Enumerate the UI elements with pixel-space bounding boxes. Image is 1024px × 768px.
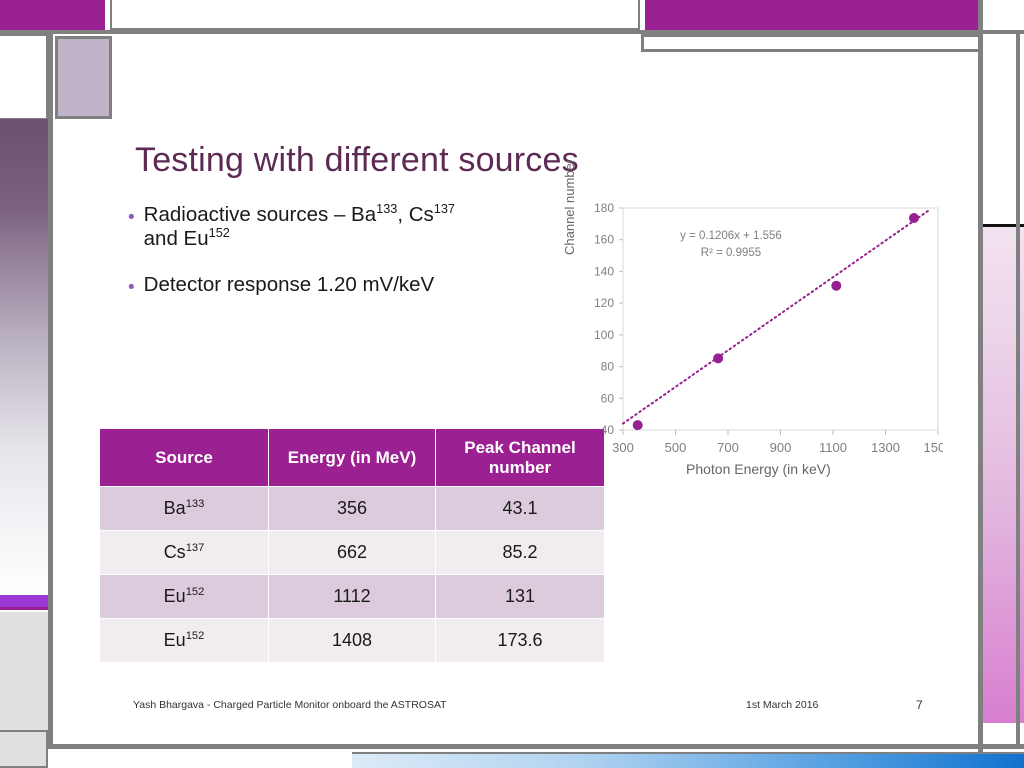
svg-text:300: 300 [612, 440, 634, 455]
cell-source: Cs137 [100, 531, 268, 575]
bullet-text-detector-response: Detector response 1.20 mV/keV [143, 272, 435, 296]
bullet-list: • Radioactive sources – Ba133, Cs137 and … [128, 201, 558, 319]
cell-source: Eu152 [100, 575, 268, 619]
cell-energy: 1408 [269, 619, 435, 663]
deco-left-vertical-rule [48, 34, 53, 749]
svg-text:1100: 1100 [819, 440, 847, 455]
sources-table: Source Energy (in MeV) Peak Channel numb… [99, 428, 605, 663]
svg-text:180: 180 [594, 201, 614, 215]
data-point-eu152-1112 [831, 280, 842, 291]
cell-energy: 662 [269, 531, 435, 575]
deco-top-left-white-box [0, 34, 48, 120]
page-title: Testing with different sources [135, 141, 579, 179]
chart-equation-text: y = 0.1206x + 1.556 [680, 230, 782, 242]
data-point-eu152-1408 [909, 213, 919, 223]
deco-left-purple-bar [0, 595, 48, 610]
deco-right-vertical-rule [978, 0, 983, 768]
sup-eu152: 152 [208, 225, 230, 241]
deco-top-left-lavender-square [55, 36, 112, 119]
data-point-ba133 [632, 420, 643, 431]
footer-date: 1st March 2016 [746, 699, 819, 711]
svg-text:80: 80 [601, 360, 615, 374]
svg-text:500: 500 [665, 440, 687, 455]
svg-text:1300: 1300 [871, 440, 900, 455]
cell-source: Eu152 [100, 619, 268, 663]
svg-text:1500: 1500 [924, 440, 943, 455]
deco-bottom-blue-gradient-bar [352, 752, 1024, 768]
footer-author: Yash Bhargava - Charged Particle Monitor… [133, 699, 447, 711]
svg-text:900: 900 [770, 440, 792, 455]
table-row: Cs137 662 85.2 [100, 531, 604, 575]
bullet-dot-icon: • [128, 276, 135, 298]
deco-top-left-magenta-block [0, 0, 105, 30]
chart-r2-text: R² = 0.9955 [700, 246, 762, 259]
table-header-row: Source Energy (in MeV) Peak Channel numb… [100, 429, 604, 487]
cell-peak: 43.1 [436, 487, 604, 531]
data-point-cs137 [713, 353, 724, 364]
chart-x-tick-labels: 300 500 700 900 1100 1300 1500 [612, 440, 943, 455]
column-header-source: Source [100, 429, 268, 487]
slide-canvas: Testing with different sources • Radioac… [0, 0, 1024, 768]
chart-y-tick-labels: 180 160 140 120 100 80 60 40 [594, 201, 614, 437]
cell-peak: 173.6 [436, 619, 604, 663]
bullet-dot-icon: • [128, 207, 135, 228]
table-row: Ba133 356 43.1 [100, 487, 604, 531]
table-row: Eu152 1408 173.6 [100, 619, 604, 663]
svg-text:140: 140 [594, 264, 614, 278]
svg-text:60: 60 [601, 391, 615, 405]
deco-top-middle-outline-box [110, 0, 640, 30]
table-row: Eu152 1112 131 [100, 575, 604, 619]
deco-bottom-horizontal-rule [0, 744, 1024, 749]
sup-ba133: 133 [376, 201, 398, 217]
deco-right-vertical-rule-outer [1016, 34, 1020, 749]
cell-energy: 1112 [269, 575, 435, 619]
column-header-peak-channel: Peak Channel number [436, 429, 604, 487]
bullet-text-sources: Radioactive sources – Ba133, Cs137 and Eu… [143, 201, 455, 250]
deco-bottom-left-grey-box [0, 730, 48, 768]
column-header-energy: Energy (in MeV) [269, 429, 435, 487]
chart-trendline-annotation: y = 0.1206x + 1.556 R² = 0.9955 [666, 228, 796, 261]
svg-text:160: 160 [594, 233, 614, 247]
chart-y-axis-label: Channel number [562, 158, 577, 255]
chart-y-ticks [619, 207, 623, 431]
svg-text:700: 700 [717, 440, 739, 455]
cell-peak: 85.2 [436, 531, 604, 575]
cell-energy: 356 [269, 487, 435, 531]
footer-page-number: 7 [916, 698, 923, 712]
deco-left-grey-block [0, 612, 48, 748]
list-item: • Detector response 1.20 mV/keV [128, 273, 558, 297]
svg-text:120: 120 [594, 296, 614, 310]
svg-text:100: 100 [594, 328, 614, 342]
chart-x-axis-label: Photon Energy (in keV) [686, 461, 831, 477]
deco-left-gradient-strip [0, 119, 48, 595]
cell-source: Ba133 [100, 487, 268, 531]
deco-top-right-magenta-block [645, 0, 978, 30]
deco-top-right-outline-box [641, 34, 982, 52]
chart-x-ticks [622, 430, 939, 435]
sup-cs137: 137 [433, 201, 455, 217]
cell-peak: 131 [436, 575, 604, 619]
list-item: • Radioactive sources – Ba133, Cs137 and … [128, 201, 558, 251]
